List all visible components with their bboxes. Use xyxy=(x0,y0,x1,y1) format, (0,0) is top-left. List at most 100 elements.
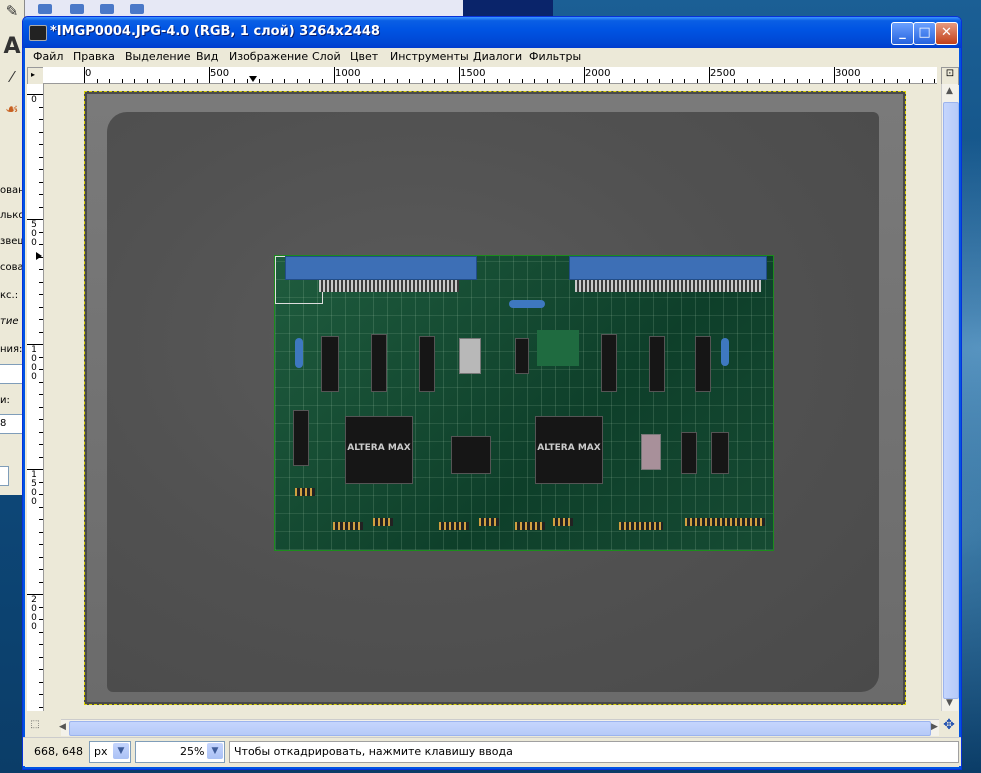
ruler-tick xyxy=(39,544,43,545)
board-chip xyxy=(419,336,435,392)
scroll-right-icon[interactable]: ▶ xyxy=(931,722,938,732)
close-button[interactable]: ✕ xyxy=(935,22,958,45)
navigate-icon[interactable]: ✥ xyxy=(941,717,957,735)
eyedropper-icon[interactable]: ⁄ xyxy=(2,68,22,86)
ruler-tick xyxy=(84,67,85,83)
ruler-tick xyxy=(459,67,460,83)
menu-color[interactable]: Цвет xyxy=(350,50,378,63)
tool-option-label: ния: xyxy=(0,344,23,355)
menu-select[interactable]: Выделение xyxy=(125,50,191,63)
menu-dialogs[interactable]: Диалоги xyxy=(473,50,522,63)
ruler-tick xyxy=(621,79,623,83)
horizontal-ruler[interactable]: 0 500 1000 1500 2000 2500 3000 xyxy=(43,67,937,84)
horizontal-scrollbar[interactable]: ◀ ▶ xyxy=(59,719,939,736)
pencil-icon[interactable]: ✎ xyxy=(2,2,22,20)
pointer-marker-icon xyxy=(249,76,257,82)
board-chip xyxy=(321,336,339,392)
ruler-menu-button[interactable]: ▸ xyxy=(27,67,44,85)
menu-edit[interactable]: Правка xyxy=(73,50,115,63)
scroll-left-icon[interactable]: ◀ xyxy=(59,722,66,732)
bg-window-icon xyxy=(38,4,52,14)
ruler-tick xyxy=(39,431,43,433)
tool-option-field[interactable] xyxy=(0,364,24,384)
ruler-tick xyxy=(821,79,823,83)
scroll-up-icon[interactable]: ▲ xyxy=(946,86,953,96)
background-window[interactable] xyxy=(24,0,464,17)
ruler-tick xyxy=(546,79,548,83)
horizontal-scroll-thumb[interactable] xyxy=(69,721,931,736)
background-window-title[interactable] xyxy=(463,0,553,16)
ruler-tick xyxy=(909,79,910,83)
ruler-tick xyxy=(346,79,348,83)
image-layer[interactable]: ALTERA MAX ALTERA MAX xyxy=(84,91,906,705)
zoom-select[interactable]: 25% ▼ xyxy=(135,741,225,763)
ruler-tick xyxy=(596,79,598,83)
altera-chip: ALTERA MAX xyxy=(535,416,603,484)
jumper-pins xyxy=(515,522,545,530)
ruler-tick xyxy=(859,79,860,83)
chevron-down-icon[interactable]: ▼ xyxy=(207,743,223,759)
unit-value: px xyxy=(94,745,108,758)
chevron-down-icon[interactable]: ▼ xyxy=(113,743,129,759)
board-component xyxy=(295,338,303,368)
ruler-label: 1500 xyxy=(460,68,486,79)
ruler-tick xyxy=(259,79,260,83)
board-component xyxy=(721,338,729,366)
crystal-oscillator xyxy=(459,338,481,374)
ruler-tick xyxy=(809,79,810,83)
zoom-fit-icon[interactable]: ⊡ xyxy=(941,67,959,85)
vertical-scrollbar[interactable]: ▲ ▼ xyxy=(941,84,959,711)
board-pad xyxy=(537,330,579,366)
text-tool-icon[interactable]: A xyxy=(2,34,22,59)
board-connector xyxy=(569,256,767,280)
image-canvas[interactable]: ALTERA MAX ALTERA MAX xyxy=(44,84,941,711)
menu-bar: Файл Правка Выделение Вид Изображение Сл… xyxy=(27,48,957,66)
menu-file[interactable]: Файл xyxy=(33,50,63,63)
tool-option-field[interactable]: 8 xyxy=(0,414,24,434)
menu-image[interactable]: Изображение xyxy=(229,50,308,63)
tool-option-label: звещ xyxy=(0,236,24,247)
ruler-tick xyxy=(171,79,173,83)
vertical-ruler[interactable]: 0 5 0 0 1 0 0 0 1 5 0 0 2 0 0 0 xyxy=(27,84,44,711)
board-chip xyxy=(649,336,665,392)
status-bar: 668, 648 px ▼ 25% ▼ Чтобы откадрировать,… xyxy=(23,737,961,766)
title-bar[interactable]: *IMGP0004.JPG-4.0 (RGB, 1 слой) 3264x244… xyxy=(23,17,961,48)
ruler-tick xyxy=(27,94,43,95)
bg-window-icon xyxy=(70,4,84,14)
ruler-tick xyxy=(209,67,210,83)
smudge-icon[interactable]: ☙ xyxy=(2,100,22,118)
image-window[interactable]: *IMGP0004.JPG-4.0 (RGB, 1 слой) 3264x244… xyxy=(22,16,962,770)
zoom-value: 25% xyxy=(180,745,205,758)
menu-filters[interactable]: Фильтры xyxy=(529,50,581,63)
ruler-label: 5 0 0 xyxy=(31,220,37,248)
ruler-tick xyxy=(934,79,935,83)
maximize-button[interactable]: □ xyxy=(913,22,936,45)
ruler-tick xyxy=(39,394,43,395)
ruler-tick xyxy=(471,79,473,83)
ruler-tick xyxy=(234,79,235,83)
menu-layer[interactable]: Слой xyxy=(312,50,341,63)
connector-pins xyxy=(575,280,761,292)
menu-view[interactable]: Вид xyxy=(196,50,218,63)
pointer-marker-icon xyxy=(36,252,42,260)
ruler-tick xyxy=(896,79,898,83)
ruler-label: 1 0 0 0 xyxy=(31,345,37,382)
ruler-tick xyxy=(39,644,43,645)
eprom-chip xyxy=(641,434,661,470)
ruler-tick xyxy=(709,67,710,83)
ruler-tick xyxy=(846,79,848,83)
scroll-down-icon[interactable]: ▼ xyxy=(946,698,953,708)
ruler-tick xyxy=(39,231,43,233)
ruler-tick xyxy=(39,119,43,120)
vertical-scroll-thumb[interactable] xyxy=(943,102,959,699)
ruler-tick xyxy=(334,67,335,83)
ruler-tick xyxy=(184,79,185,83)
unit-select[interactable]: px ▼ xyxy=(89,741,131,763)
quick-mask-icon[interactable]: ⬚ xyxy=(27,719,43,735)
ruler-label: 0 xyxy=(31,95,37,105)
menu-tools[interactable]: Инструменты xyxy=(390,50,469,63)
minimize-button[interactable]: _ xyxy=(891,22,914,45)
ruler-tick xyxy=(159,79,160,83)
ruler-tick xyxy=(39,244,43,245)
tool-option-button[interactable] xyxy=(0,466,9,486)
